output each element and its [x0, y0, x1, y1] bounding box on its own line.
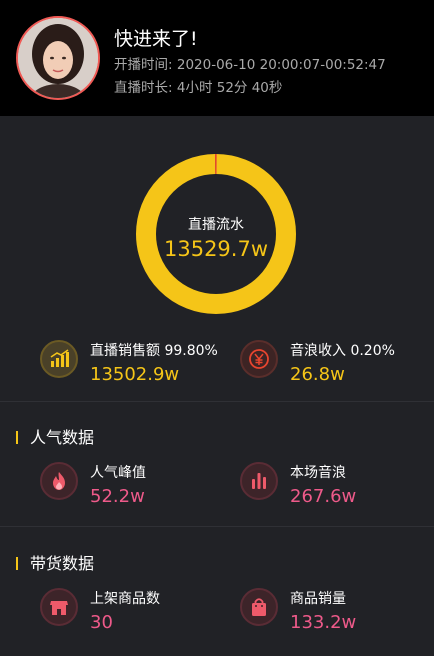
listed-products-stat: 上架商品数 30 — [40, 588, 230, 636]
sales-revenue-stat: 直播销售额 99.80% 13502.9w — [40, 340, 230, 388]
divider — [0, 401, 434, 402]
goods-title-text: 带货数据 — [30, 554, 95, 573]
sales-revenue-label: 直播销售额 99.80% — [90, 343, 218, 359]
flame-icon — [40, 462, 78, 500]
session-yinlang-stat: 本场音浪 267.6w — [240, 462, 430, 510]
duration-label: 直播时长: — [114, 80, 173, 96]
start-time-label: 开播时间: — [114, 57, 173, 73]
product-sales-value: 133.2w — [290, 612, 357, 633]
popularity-title-text: 人气数据 — [30, 428, 95, 447]
gift-income-stat: 音浪收入 0.20% 26.8w — [240, 340, 430, 388]
donut-sales-ring — [136, 154, 296, 314]
section-accent-bar — [16, 431, 18, 444]
bar-chart-up-icon — [40, 340, 78, 378]
donut-value: 13529.7w — [163, 237, 268, 261]
anchor-name: 快进来了! — [114, 28, 198, 50]
start-time-row: 开播时间: 2020-06-10 20:00:07-00:52:47 — [114, 53, 386, 73]
gift-income-value: 26.8w — [290, 364, 345, 385]
peak-viewers-label: 人气峰值 — [90, 465, 146, 481]
yen-coin-icon — [240, 340, 278, 378]
duration-value: 4小时 52分 40秒 — [176, 80, 283, 96]
duration-row: 直播时长: 4小时 52分 40秒 — [114, 76, 282, 96]
donut-label: 直播流水 — [188, 217, 244, 233]
divider — [0, 526, 434, 527]
anchor-header: 快进来了! 开播时间: 2020-06-10 20:00:07-00:52:47… — [0, 0, 434, 116]
sales-revenue-value: 13502.9w — [90, 364, 180, 385]
storefront-icon — [40, 588, 78, 626]
goods-section-title: 带货数据 — [16, 550, 94, 574]
session-yinlang-label: 本场音浪 — [290, 465, 346, 481]
session-yinlang-value: 267.6w — [290, 486, 357, 507]
peak-viewers-stat: 人气峰值 52.2w — [40, 462, 230, 510]
avatar[interactable] — [16, 16, 100, 100]
bars-icon — [240, 462, 278, 500]
stats-panel: 直播流水 13529.7w 直播销售额 99.80% 13502.9w 音浪收入… — [0, 116, 434, 656]
revenue-donut-chart — [136, 154, 296, 314]
popularity-section-title: 人气数据 — [16, 424, 94, 448]
start-time-value: 2020-06-10 20:00:07-00:52:47 — [176, 57, 386, 73]
product-sales-label: 商品销量 — [290, 591, 346, 607]
gift-income-label: 音浪收入 0.20% — [290, 343, 395, 359]
listed-products-value: 30 — [90, 612, 113, 633]
listed-products-label: 上架商品数 — [90, 591, 160, 607]
section-accent-bar — [16, 557, 18, 570]
product-sales-stat: 商品销量 133.2w — [240, 588, 430, 636]
peak-viewers-value: 52.2w — [90, 486, 145, 507]
shopping-bag-icon — [240, 588, 278, 626]
